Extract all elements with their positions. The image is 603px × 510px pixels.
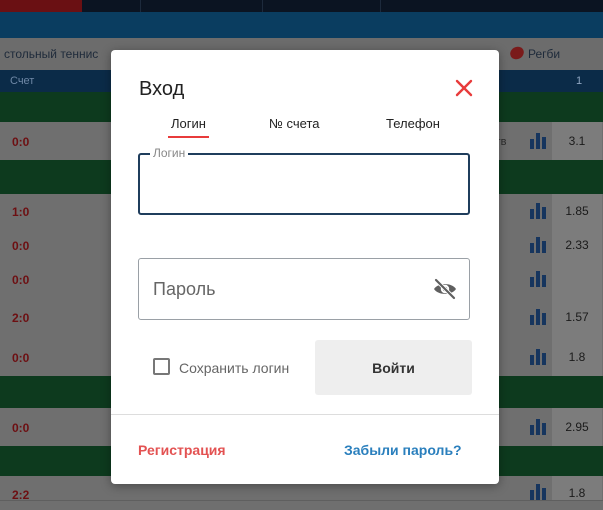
top-bar (0, 0, 603, 12)
stats-icon[interactable] (530, 237, 546, 253)
stats-icon[interactable] (530, 203, 546, 219)
column-1: 1 (576, 75, 583, 87)
close-icon[interactable] (452, 76, 476, 100)
remember-label: Сохранить логин (179, 360, 290, 376)
odds-cell[interactable]: 1.85 (552, 194, 602, 228)
password-field[interactable] (138, 258, 470, 320)
forgot-password-link[interactable]: Забыли пароль? (344, 442, 462, 458)
sport-item-table-tennis[interactable]: стольный теннис (4, 47, 98, 61)
login-button[interactable]: Войти (315, 340, 472, 395)
match-score: 0:0 (12, 421, 30, 435)
rugby-ball-icon (507, 44, 527, 62)
stats-icon[interactable] (530, 419, 546, 435)
nav-bar (0, 12, 603, 38)
login-modal: Вход Логин № счета Телефон Логин Сохрани… (111, 50, 499, 484)
odds-cell[interactable]: 1.8 (552, 476, 602, 500)
register-link[interactable]: Регистрация (138, 442, 226, 458)
odds-cell[interactable]: 3.1 (552, 122, 602, 160)
odds-cell[interactable]: 1.57 (552, 296, 602, 338)
login-input[interactable] (152, 169, 426, 201)
top-bar-segment (262, 0, 323, 12)
tab-phone[interactable]: Телефон (386, 116, 440, 131)
odds-cell[interactable]: 2.95 (552, 408, 602, 446)
match-score: 1:0 (12, 205, 30, 219)
stats-icon[interactable] (530, 133, 546, 149)
login-field[interactable]: Логин (138, 146, 470, 215)
odds-cell[interactable]: 1.8 (552, 338, 602, 376)
top-bar-segment (380, 0, 441, 12)
modal-title: Вход (139, 78, 185, 100)
match-score: 0:0 (12, 351, 30, 365)
password-input[interactable] (151, 273, 425, 305)
login-method-tabs: Логин № счета Телефон (111, 116, 499, 138)
remember-checkbox[interactable] (153, 358, 170, 375)
match-score: 0:0 (12, 273, 30, 287)
odds-cell[interactable] (552, 262, 602, 296)
stats-icon[interactable] (530, 309, 546, 325)
divider (111, 414, 499, 415)
odds-cell[interactable]: 2.33 (552, 228, 602, 262)
match-score: 0:0 (12, 239, 30, 253)
top-bar-accent (0, 0, 82, 12)
stats-icon[interactable] (530, 349, 546, 365)
column-score: Счет (10, 75, 35, 87)
tab-account-number[interactable]: № счета (269, 116, 320, 131)
tab-login[interactable]: Логин (168, 116, 209, 138)
stats-icon[interactable] (530, 484, 546, 500)
login-field-label: Логин (150, 146, 189, 160)
match-score: 2:0 (12, 311, 30, 325)
top-bar-segment (140, 0, 201, 12)
stats-icon[interactable] (530, 271, 546, 287)
match-score: 0:0 (12, 135, 30, 149)
sport-item-rugby[interactable]: Регби (528, 47, 560, 61)
eye-off-icon[interactable] (432, 277, 458, 301)
